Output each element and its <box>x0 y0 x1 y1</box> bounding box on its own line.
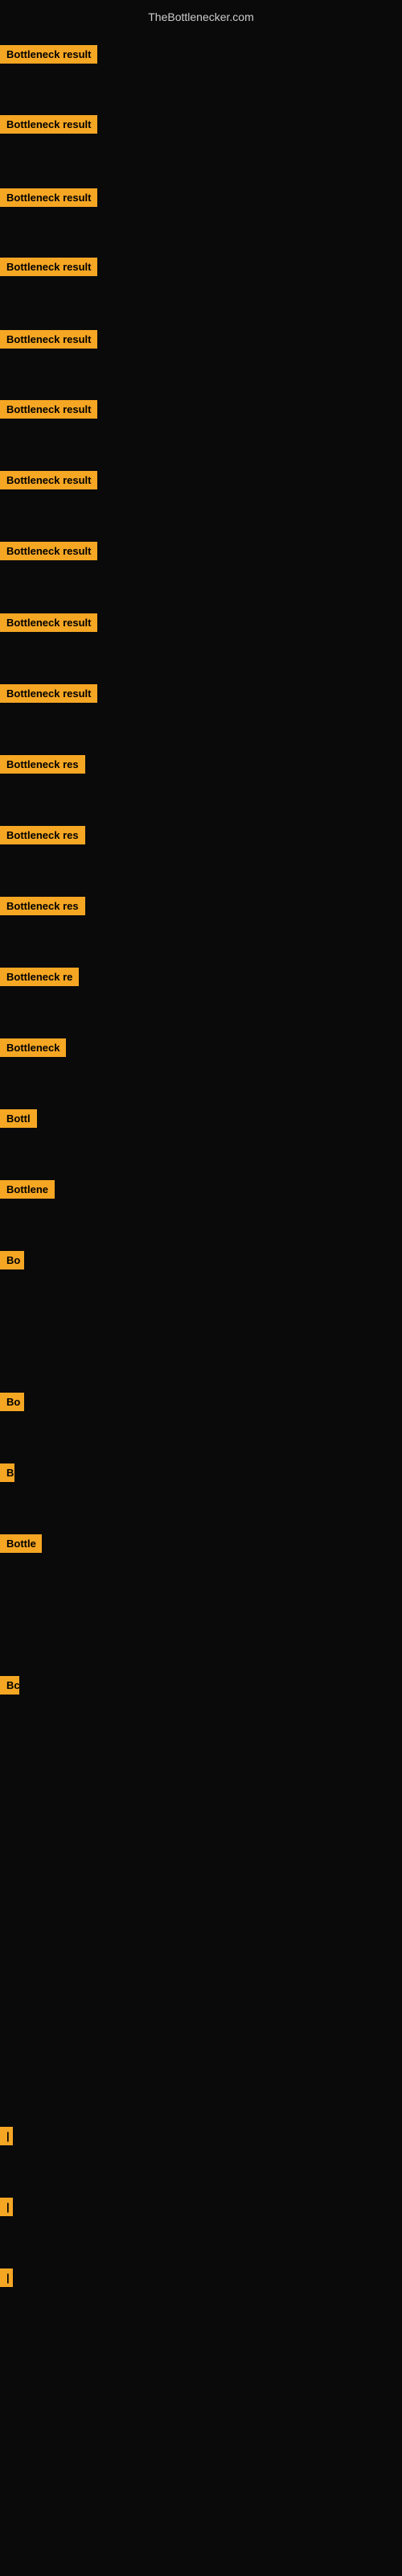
bottleneck-label-18: Bo <box>0 1251 24 1269</box>
bottleneck-label-19: Bo <box>0 1393 24 1411</box>
bottleneck-label-14: Bottleneck re <box>0 968 79 986</box>
bottleneck-label-1: Bottleneck result <box>0 45 97 64</box>
bottleneck-label-2: Bottleneck result <box>0 115 97 134</box>
bottleneck-label-8: Bottleneck result <box>0 542 97 560</box>
bottleneck-label-23: | <box>0 2127 13 2145</box>
bottleneck-label-9: Bottleneck result <box>0 613 97 632</box>
bottleneck-label-3: Bottleneck result <box>0 188 97 207</box>
bottleneck-label-11: Bottleneck res <box>0 755 85 774</box>
bottleneck-label-22: Bc <box>0 1676 19 1695</box>
bottleneck-label-17: Bottlene <box>0 1180 55 1199</box>
bottleneck-label-10: Bottleneck result <box>0 684 97 703</box>
bottleneck-label-5: Bottleneck result <box>0 330 97 349</box>
bottleneck-label-25: | <box>0 2268 13 2287</box>
bottleneck-label-20: B <box>0 1463 14 1482</box>
bottleneck-label-24: | <box>0 2198 13 2216</box>
site-title: TheBottlenecker.com <box>0 4 402 30</box>
bottleneck-label-15: Bottleneck <box>0 1038 66 1057</box>
bottleneck-label-13: Bottleneck res <box>0 897 85 915</box>
bottleneck-label-16: Bottl <box>0 1109 37 1128</box>
bottleneck-label-6: Bottleneck result <box>0 400 97 419</box>
bottleneck-label-7: Bottleneck result <box>0 471 97 489</box>
bottleneck-label-21: Bottle <box>0 1534 42 1553</box>
bottleneck-label-12: Bottleneck res <box>0 826 85 844</box>
bottleneck-label-4: Bottleneck result <box>0 258 97 276</box>
